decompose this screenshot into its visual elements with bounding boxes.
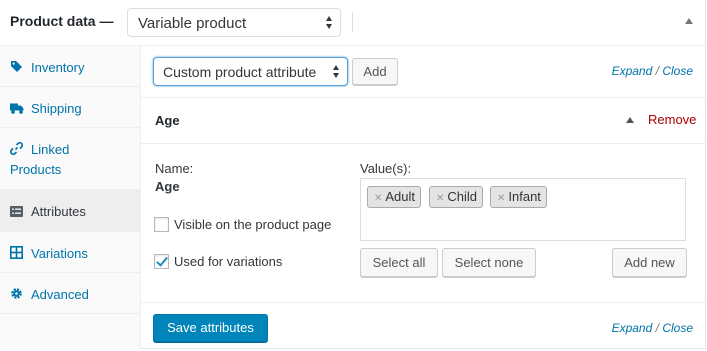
visible-on-product-page-checkbox[interactable]	[154, 217, 169, 232]
checkmark-icon	[156, 254, 168, 267]
values-label: Value(s):	[360, 161, 412, 176]
value-chip-infant: ✕ Infant	[490, 186, 547, 208]
attributes-toolbar: Custom product attribute Add Expand / Cl…	[141, 46, 707, 98]
tab-attributes[interactable]: Attributes	[0, 190, 140, 232]
collapse-attribute-icon[interactable]	[626, 117, 634, 123]
add-new-value-button[interactable]: Add new	[612, 248, 687, 277]
close-all-link[interactable]: Close	[662, 64, 693, 78]
expand-close-links: Expand / Close	[612, 64, 693, 78]
tab-label: Inventory	[31, 60, 85, 75]
remove-value-icon[interactable]: ✕	[497, 193, 505, 204]
value-chip-label: Infant	[508, 189, 541, 204]
panel-title: Product data —	[10, 13, 114, 29]
header-divider	[352, 12, 353, 32]
tab-label: Advanced	[31, 287, 89, 302]
value-chip-child: ✕ Child	[429, 186, 484, 208]
value-chip-adult: ✕ Adult	[367, 186, 422, 208]
grid-icon	[10, 246, 23, 259]
remove-attribute-link[interactable]: Remove	[648, 112, 696, 127]
product-type-value: Variable product	[138, 15, 247, 32]
value-chip-label: Adult	[385, 189, 416, 204]
product-data-tabs: Inventory Shipping Linked Products Attri…	[0, 46, 141, 350]
attribute-header[interactable]: Age Remove	[141, 98, 707, 144]
expand-close-links: Expand / Close	[612, 321, 693, 335]
panel-header: Product data — Variable product	[0, 0, 707, 46]
used-for-variations-checkbox[interactable]	[154, 254, 169, 269]
collapse-panel-icon[interactable]	[685, 18, 693, 24]
attributes-footer: Save attributes Expand / Close	[141, 302, 707, 351]
tab-linked-products[interactable]: Linked Products	[0, 128, 140, 190]
values-multiselect[interactable]: ✕ Adult ✕ Child ✕ Infant	[360, 178, 686, 241]
tab-label: Attributes	[31, 204, 86, 219]
list-icon	[10, 206, 23, 217]
attribute-name-value: Age	[155, 179, 180, 194]
link-separator: /	[655, 64, 659, 78]
tab-label: Linked Products	[10, 142, 70, 177]
close-all-link[interactable]: Close	[662, 321, 693, 335]
select-none-button[interactable]: Select none	[442, 248, 536, 277]
select-updown-icon	[333, 65, 340, 78]
expand-all-link[interactable]: Expand	[612, 321, 653, 335]
link-separator: /	[655, 321, 659, 335]
attribute-select-value: Custom product attribute	[163, 64, 317, 80]
add-attribute-button[interactable]: Add	[352, 58, 398, 85]
save-attributes-button[interactable]: Save attributes	[153, 314, 268, 342]
select-all-button[interactable]: Select all	[360, 248, 438, 277]
tab-advanced[interactable]: Advanced	[0, 273, 140, 314]
value-chip-label: Child	[447, 189, 478, 204]
tag-icon	[11, 61, 22, 72]
used-for-variations-label: Used for variations	[174, 254, 283, 269]
visible-on-product-page-label: Visible on the product page	[174, 217, 332, 232]
tab-variations[interactable]: Variations	[0, 232, 140, 273]
tab-shipping[interactable]: Shipping	[0, 87, 140, 128]
expand-all-link[interactable]: Expand	[612, 64, 653, 78]
gear-icon	[11, 288, 22, 299]
attribute-title: Age	[155, 113, 180, 128]
tab-label: Variations	[31, 246, 88, 261]
remove-value-icon[interactable]: ✕	[436, 193, 444, 204]
remove-value-icon[interactable]: ✕	[374, 193, 382, 204]
attribute-name-label: Name:	[155, 161, 194, 176]
truck-icon	[10, 103, 24, 114]
product-type-select[interactable]: Variable product	[127, 8, 341, 37]
tab-inventory[interactable]: Inventory	[0, 46, 140, 87]
attribute-taxonomy-select[interactable]: Custom product attribute	[153, 57, 348, 86]
tab-label: Shipping	[31, 101, 82, 116]
select-updown-icon	[326, 16, 333, 29]
